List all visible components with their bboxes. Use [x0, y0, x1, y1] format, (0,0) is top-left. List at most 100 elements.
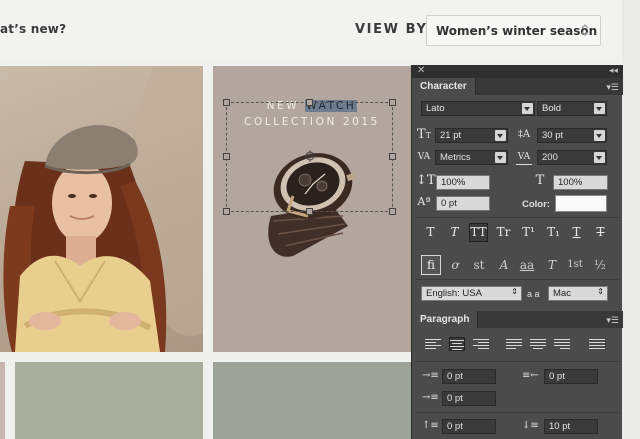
leading-field[interactable]: 30 pt — [537, 128, 607, 143]
ligatures-button[interactable]: fi — [421, 255, 441, 275]
view-by-label: VIEW BY — [355, 22, 428, 37]
small-caps-button[interactable]: Tr — [494, 223, 513, 242]
updown-icon: ⇕ — [597, 287, 604, 296]
view-by-select[interactable]: Women’s winter season — [426, 15, 601, 46]
font-size-field[interactable]: 21 pt — [435, 128, 508, 143]
divider — [416, 361, 619, 362]
baseline-shift-icon: Aª — [417, 195, 431, 208]
transform-handle-ml[interactable] — [223, 153, 230, 160]
indent-first-line-field[interactable]: 0 pt — [442, 391, 496, 406]
panel-menu-icon[interactable]: ▾☰ — [606, 82, 619, 93]
swash-button[interactable]: A — [494, 255, 514, 275]
font-size-icon: TT — [416, 127, 431, 142]
all-caps-button[interactable]: TT — [469, 223, 488, 242]
language-select[interactable]: English: USA ⇕ — [421, 286, 522, 301]
faux-italic-button[interactable]: T — [445, 223, 464, 242]
divider — [416, 279, 619, 280]
transform-handle-tr[interactable] — [389, 99, 396, 106]
align-center-button[interactable] — [449, 337, 465, 351]
color-swatch[interactable] — [555, 195, 607, 212]
indent-left-icon: →≡ — [422, 370, 439, 381]
tab-paragraph[interactable]: Paragraph — [412, 311, 479, 328]
transform-handle-br[interactable] — [389, 208, 396, 215]
color-label: Color: — [522, 199, 550, 210]
font-style-select[interactable]: Bold — [537, 101, 607, 116]
woman-photo — [3, 66, 203, 352]
transform-handle-mr[interactable] — [389, 153, 396, 160]
divider — [416, 217, 619, 218]
superscript-button[interactable]: T¹ — [519, 223, 538, 242]
faux-bold-button[interactable]: T — [421, 223, 440, 242]
space-before-icon: ↑≡ — [422, 420, 439, 431]
product-tile-bottom-2[interactable] — [213, 362, 411, 439]
strikethrough-button[interactable]: T — [591, 223, 610, 242]
product-tile-woman[interactable] — [0, 66, 203, 352]
font-style-value: Bold — [542, 103, 562, 114]
indent-right-icon: ≡← — [522, 370, 539, 381]
space-after-field[interactable]: 10 pt — [544, 419, 598, 434]
font-family-value: Lato — [426, 103, 445, 114]
justify-last-center-button[interactable] — [530, 337, 546, 351]
character-panel: ✕ ◂◂ Character ▾☰ Lato Bold TT 21 pt ‡A … — [411, 65, 623, 439]
select-updown-icon — [581, 24, 589, 36]
old-style-button[interactable]: ơ — [445, 255, 465, 275]
chevron-down-icon — [594, 152, 605, 163]
language-value: English: USA — [426, 288, 482, 299]
baseline-shift-field[interactable]: 0 pt — [436, 196, 490, 211]
discretionary-ligatures-button[interactable]: st — [469, 255, 489, 275]
page-right-edge — [622, 0, 640, 439]
font-size-value: 21 pt — [440, 130, 462, 141]
tab-character[interactable]: Character — [412, 78, 476, 95]
divider — [416, 412, 619, 413]
transform-handle-tl[interactable] — [223, 99, 230, 106]
kerning-icon: VA — [417, 152, 431, 162]
transform-center-icon[interactable] — [304, 150, 316, 162]
tracking-icon: VA — [516, 149, 532, 165]
horizontal-scale-field[interactable]: 100% — [553, 175, 608, 190]
space-after-icon: ↓≡ — [522, 420, 539, 431]
indent-left-field[interactable]: 0 pt — [442, 369, 496, 384]
product-tile-watch[interactable]: NEW WATCH COLLECTION 2015 — [213, 66, 411, 352]
align-left-button[interactable] — [425, 337, 441, 351]
ordinals-button[interactable]: 1st — [565, 255, 585, 275]
panel-menu-icon[interactable]: ▾☰ — [606, 315, 619, 326]
product-tile-bottom-1[interactable] — [15, 362, 203, 439]
site-header: at’s new? VIEW BY Women’s winter season — [0, 0, 622, 62]
kerning-select[interactable]: Metrics — [435, 150, 508, 165]
justify-all-button[interactable] — [589, 337, 605, 351]
stylistic-alternates-button[interactable]: aa — [517, 255, 537, 275]
subscript-button[interactable]: T₁ — [544, 223, 563, 242]
leading-icon: ‡A — [517, 129, 531, 140]
transform-handle-bl[interactable] — [223, 208, 230, 215]
titling-alternates-button[interactable]: T — [542, 255, 562, 275]
chevron-down-icon — [522, 103, 533, 114]
chevron-down-icon — [495, 152, 506, 163]
view-by-select-value: Women’s winter season — [436, 24, 598, 38]
justify-last-left-button[interactable] — [506, 337, 522, 351]
indent-right-field[interactable]: 0 pt — [544, 369, 598, 384]
transform-handle-tc[interactable] — [306, 99, 313, 106]
collapse-panel-icon[interactable]: ◂◂ — [609, 65, 618, 76]
product-tile-partial-left[interactable] — [0, 362, 5, 439]
antialias-icon: a a — [527, 289, 540, 299]
justify-last-right-button[interactable] — [554, 337, 570, 351]
leading-value: 30 pt — [542, 130, 564, 141]
paragraph-tab-row: Paragraph ▾☰ — [412, 311, 623, 328]
panel-titlebar[interactable]: ✕ ◂◂ — [412, 65, 623, 78]
horizontal-scale-icon: T — [535, 173, 545, 188]
antialias-select[interactable]: Mac ⇕ — [548, 286, 608, 301]
tracking-field[interactable]: 200 — [537, 150, 607, 165]
chevron-down-icon — [594, 130, 605, 141]
chevron-down-icon — [594, 103, 605, 114]
close-panel-icon[interactable]: ✕ — [417, 65, 425, 76]
fractions-button[interactable]: ½ — [590, 255, 610, 275]
space-before-field[interactable]: 0 pt — [442, 419, 496, 434]
vertical-scale-field[interactable]: 100% — [436, 175, 490, 190]
underline-button[interactable]: T — [567, 223, 586, 242]
align-right-button[interactable] — [473, 337, 489, 351]
antialias-value: Mac — [553, 288, 571, 299]
transform-handle-bc[interactable] — [306, 208, 313, 215]
whats-new-heading[interactable]: at’s new? — [0, 22, 66, 36]
font-family-select[interactable]: Lato — [421, 101, 535, 116]
indent-first-line-icon: →≡ — [422, 392, 439, 403]
